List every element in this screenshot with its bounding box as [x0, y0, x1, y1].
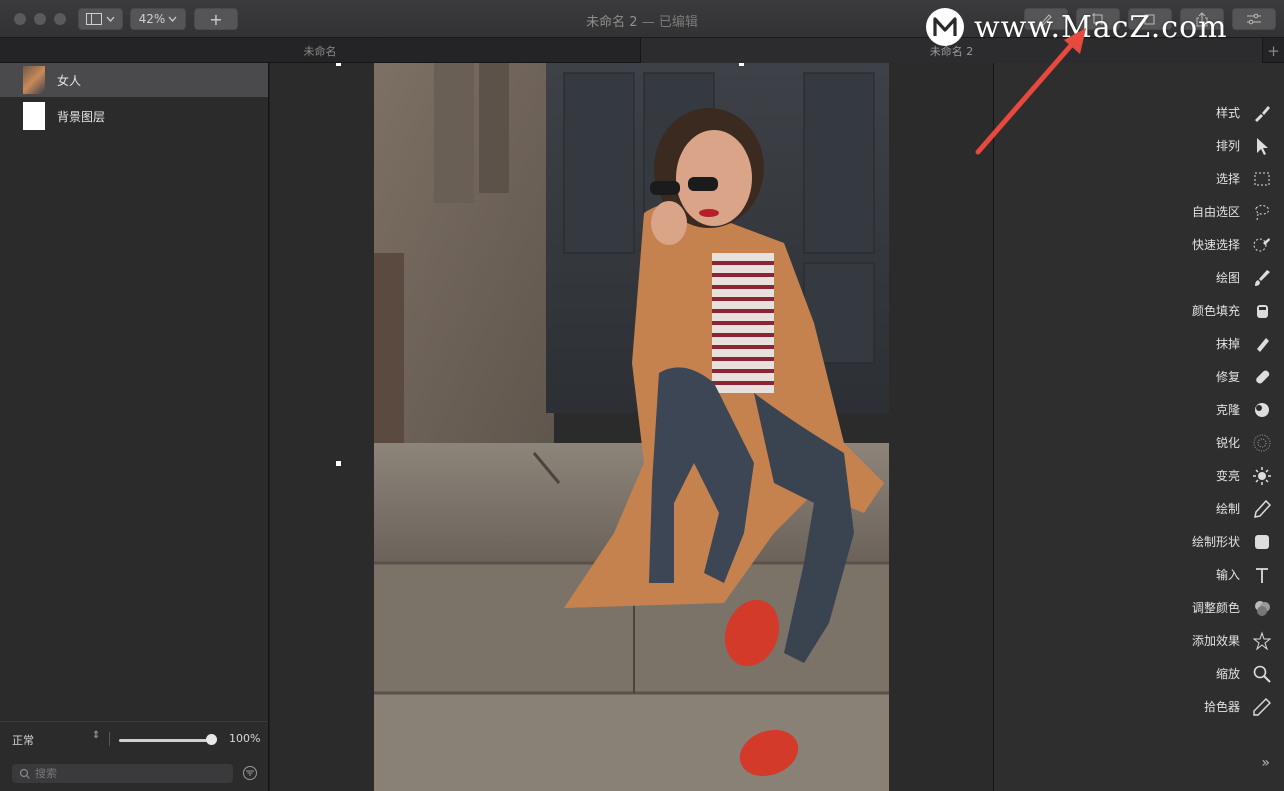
layer-thumbnail	[23, 66, 45, 94]
document-title: 未命名 2	[586, 15, 638, 30]
tab-untitled[interactable]: 未命名	[0, 38, 641, 63]
shape-icon	[1252, 532, 1272, 552]
tool-label: 调整颜色	[1191, 601, 1240, 615]
tool-label: 排列	[1215, 139, 1240, 153]
tool-lasso[interactable]: 自由选区	[993, 195, 1284, 228]
tool-bandage[interactable]: 修复	[993, 360, 1284, 393]
photo-image	[374, 63, 889, 791]
quick-select-icon	[1252, 235, 1272, 255]
tool-label: 变亮	[1215, 469, 1240, 483]
tool-label: 拾色器	[1203, 700, 1240, 714]
paintbrush-icon	[1252, 268, 1272, 288]
marquee-icon	[1252, 169, 1272, 189]
selection-handle[interactable]	[739, 63, 744, 66]
opacity-value: 100%	[229, 732, 261, 745]
annotation-arrow	[975, 28, 1086, 155]
tool-sharpen[interactable]: 锐化	[993, 426, 1284, 459]
tool-magnifier[interactable]: 缩放	[993, 657, 1284, 690]
tool-label: 自由选区	[1191, 205, 1240, 219]
blend-mode-select[interactable]: 正常	[12, 732, 34, 748]
layers-panel: 女人 背景图层 正常 ⇕ 100%	[0, 63, 269, 791]
sharpen-icon	[1252, 433, 1272, 453]
filter-icon	[246, 770, 254, 776]
layer-row-background[interactable]: 背景图层	[0, 99, 268, 133]
tool-label: 颜色填充	[1191, 304, 1240, 318]
bandage-icon	[1252, 367, 1272, 387]
tool-pen[interactable]: 绘制	[993, 492, 1284, 525]
layer-controls: 正常 ⇕ 100%	[0, 721, 268, 791]
document-status: — 已编辑	[641, 15, 698, 30]
eyedropper-icon	[1252, 697, 1272, 717]
canvas-area[interactable]	[270, 63, 993, 791]
sun-icon	[1252, 466, 1272, 486]
tool-label: 锐化	[1215, 436, 1240, 450]
tool-color-circles[interactable]: 调整颜色	[993, 591, 1284, 624]
sliders-icon	[1247, 13, 1261, 25]
tool-marquee[interactable]: 选择	[993, 162, 1284, 195]
layer-thumbnail	[23, 102, 45, 130]
tool-star-effect[interactable]: 添加效果	[993, 624, 1284, 657]
tool-label: 输入	[1215, 568, 1240, 582]
tool-bucket[interactable]: 颜色填充	[993, 294, 1284, 327]
lasso-icon	[1252, 202, 1272, 222]
new-tab-button[interactable]: +	[1262, 38, 1284, 63]
more-tools-button[interactable]: »	[1261, 755, 1270, 771]
canvas-photo[interactable]	[374, 63, 889, 791]
tool-label: 修复	[1215, 370, 1240, 384]
tool-label: 绘制	[1215, 502, 1240, 516]
clone-icon	[1252, 400, 1272, 420]
tool-label: 样式	[1215, 106, 1240, 120]
bucket-icon	[1252, 301, 1272, 321]
selection-handle[interactable]	[336, 63, 341, 66]
tool-eraser[interactable]: 抹掉	[993, 327, 1284, 360]
divider	[109, 732, 110, 746]
selection-handle[interactable]	[336, 461, 341, 466]
tool-label: 选择	[1215, 172, 1240, 186]
tool-label: 绘图	[1215, 271, 1240, 285]
plus-icon: +	[1267, 41, 1280, 60]
opacity-slider-knob[interactable]	[206, 734, 217, 745]
layer-search-box[interactable]	[12, 764, 233, 783]
tool-clone[interactable]: 克隆	[993, 393, 1284, 426]
adjust-toolbar-button[interactable]	[1232, 8, 1276, 30]
tool-sun[interactable]: 变亮	[993, 459, 1284, 492]
tool-label: 缩放	[1215, 667, 1240, 681]
layer-row-woman[interactable]: 女人	[0, 63, 268, 97]
magnifier-icon	[1252, 664, 1272, 684]
updown-chevron-icon[interactable]: ⇕	[92, 730, 100, 741]
tool-label: 抹掉	[1215, 337, 1240, 351]
text-icon	[1252, 565, 1272, 585]
cursor-arrow-icon	[1252, 136, 1272, 156]
search-icon	[19, 768, 30, 779]
tools-panel: » 样式排列选择自由选区快速选择绘图颜色填充抹掉修复克隆锐化变亮绘制绘制形状输入…	[993, 63, 1284, 791]
tool-quick-select[interactable]: 快速选择	[993, 228, 1284, 261]
tool-shape[interactable]: 绘制形状	[993, 525, 1284, 558]
tool-label: 绘制形状	[1191, 535, 1240, 549]
macz-logo	[926, 8, 964, 46]
logo-m-mark	[933, 17, 957, 36]
layer-name: 背景图层	[57, 109, 106, 124]
tool-text[interactable]: 输入	[993, 558, 1284, 591]
filter-button[interactable]	[243, 766, 257, 780]
eraser-icon	[1252, 334, 1272, 354]
color-circles-icon	[1252, 598, 1272, 618]
tab-label: 未命名	[303, 44, 337, 58]
pen-icon	[1252, 499, 1272, 519]
tool-label: 克隆	[1215, 403, 1240, 417]
star-effect-icon	[1252, 630, 1272, 651]
layer-search-input[interactable]	[35, 767, 225, 780]
tool-eyedropper[interactable]: 拾色器	[993, 690, 1284, 723]
tool-paintbrush[interactable]: 绘图	[993, 261, 1284, 294]
tool-label: 快速选择	[1191, 238, 1240, 252]
opacity-slider-track[interactable]	[119, 739, 213, 742]
layer-name: 女人	[57, 73, 82, 88]
tool-label: 添加效果	[1191, 634, 1240, 648]
brush-style-icon	[1252, 103, 1272, 123]
